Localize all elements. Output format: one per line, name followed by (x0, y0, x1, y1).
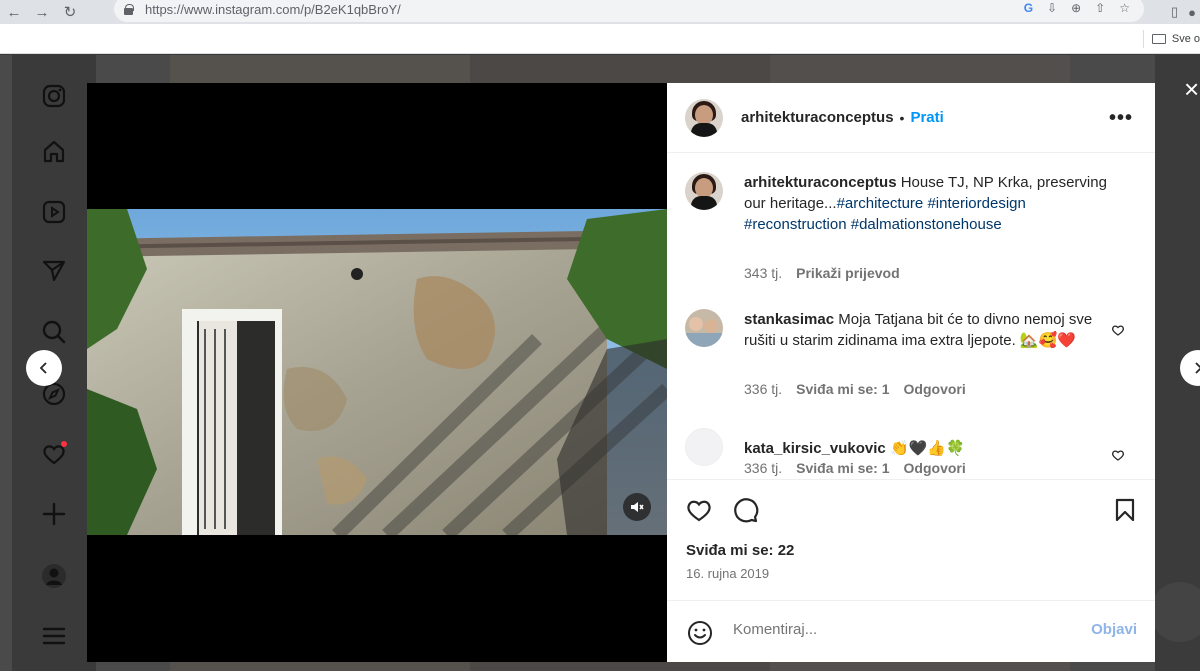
comment-bubble-icon[interactable] (731, 496, 759, 524)
reply-link[interactable]: Odgovori (904, 381, 966, 397)
address-bar[interactable]: https://www.instagram.com/p/B2eK1qbBroY/… (114, 0, 1144, 22)
bookmark-star-icon[interactable]: ☆ (1119, 1, 1130, 15)
likes-count[interactable]: Sviđa mi se: 22 (686, 542, 794, 559)
reload-icon[interactable]: ↻ (56, 0, 84, 24)
comment-age[interactable]: 336 tj. (744, 381, 782, 397)
author-avatar[interactable] (685, 98, 723, 137)
url-text: https://www.instagram.com/p/B2eK1qbBroY/ (145, 1, 401, 17)
instagram-logo-icon[interactable] (40, 82, 68, 110)
bookmark-folder[interactable]: Sve o (1142, 30, 1200, 48)
share-icon[interactable]: ⇧ (1095, 1, 1105, 15)
comment-text: kata_kirsic_vukovic 👏🖤👍🍀 (744, 438, 1114, 459)
caption-avatar[interactable] (685, 172, 723, 210)
comment-age[interactable]: 336 tj. (744, 460, 782, 476)
separator-dot: • (899, 109, 905, 126)
comment-like-icon[interactable] (1111, 448, 1125, 462)
emoji-icon[interactable] (686, 619, 714, 647)
author-username[interactable]: arhitekturaconceptus (741, 109, 894, 126)
search-icon[interactable] (40, 318, 68, 346)
side-panel-icon[interactable]: ▯ (1171, 4, 1178, 20)
comment-likes[interactable]: Sviđa mi se: 1 (796, 460, 889, 476)
mute-icon (631, 502, 644, 512)
commenter-username[interactable]: stankasimac (744, 311, 834, 328)
save-bookmark-icon[interactable] (1111, 496, 1139, 524)
more-options-icon[interactable]: ••• (1109, 107, 1133, 130)
back-icon[interactable]: ← (0, 0, 28, 24)
profile-icon[interactable]: ● (1188, 5, 1196, 20)
hashtag[interactable]: #dalmationstonehouse (851, 216, 1002, 233)
home-icon[interactable] (40, 138, 68, 166)
add-comment-bar: Objavi (667, 600, 1155, 662)
google-icon[interactable]: G (1024, 1, 1033, 15)
bookmarks-bar: Sve o (0, 24, 1200, 54)
comment-input[interactable] (733, 621, 1053, 638)
commenter-avatar[interactable] (685, 428, 723, 466)
create-plus-icon[interactable] (40, 500, 68, 528)
lock-icon (124, 4, 134, 15)
reply-link[interactable]: Odgovori (904, 460, 966, 476)
hashtag[interactable]: #reconstruction (744, 216, 847, 233)
comment-like-icon[interactable] (1111, 323, 1125, 337)
caption-text: arhitekturaconceptus House TJ, NP Krka, … (744, 172, 1114, 235)
folder-icon (1151, 34, 1166, 44)
install-icon[interactable]: ⇩ (1047, 1, 1057, 15)
chevron-right-icon (1195, 362, 1200, 374)
caption-username[interactable]: arhitekturaconceptus (744, 174, 897, 191)
comment-body: 👏🖤👍🍀 (889, 440, 965, 457)
commenter-username[interactable]: kata_kirsic_vukovic (744, 440, 886, 457)
post-details-panel: arhitekturaconceptus • Prati ••• arhitek… (667, 83, 1155, 662)
profile-avatar-icon[interactable] (40, 562, 68, 590)
comment-item: kata_kirsic_vukovic 👏🖤👍🍀 336 tj. Sviđa m… (685, 428, 1141, 479)
comment-likes[interactable]: Sviđa mi se: 1 (796, 381, 889, 397)
hashtag[interactable]: #interiordesign (927, 195, 1025, 212)
direct-messages-icon[interactable] (40, 256, 68, 284)
menu-icon[interactable] (40, 622, 68, 650)
comment-meta: 336 tj. Sviđa mi se: 1 Odgovori (744, 381, 966, 397)
post-media[interactable] (87, 83, 667, 662)
comment-meta: 336 tj. Sviđa mi se: 1 Odgovori (744, 460, 966, 476)
caption-meta: 343 tj. Prikaži prijevod (744, 265, 900, 281)
post-header: arhitekturaconceptus • Prati ••• (667, 83, 1155, 153)
comment-item: stankasimac Moja Tatjana bit će to divno… (685, 309, 1141, 409)
follow-button[interactable]: Prati (910, 109, 943, 126)
comments-list: arhitekturaconceptus House TJ, NP Krka, … (667, 154, 1155, 479)
close-icon[interactable]: × (1184, 74, 1200, 102)
post-comment-button[interactable]: Objavi (1091, 621, 1137, 638)
zoom-icon[interactable]: ⊕ (1071, 1, 1081, 15)
commenter-avatar[interactable] (685, 309, 723, 347)
like-heart-icon[interactable] (685, 496, 713, 524)
post-actions: Sviđa mi se: 22 16. rujna 2019 (667, 479, 1155, 597)
chevron-left-icon (39, 362, 47, 374)
translate-link[interactable]: Prikaži prijevod (796, 265, 899, 281)
caption: arhitekturaconceptus House TJ, NP Krka, … (685, 172, 1141, 282)
post-video[interactable] (87, 209, 667, 535)
hashtag[interactable]: #architecture (837, 195, 924, 212)
mute-button[interactable] (623, 493, 651, 521)
browser-toolbar: ← → ↻ https://www.instagram.com/p/B2eK1q… (0, 0, 1200, 24)
comment-text: stankasimac Moja Tatjana bit će to divno… (744, 309, 1114, 351)
caption-age[interactable]: 343 tj. (744, 265, 782, 281)
reels-icon[interactable] (40, 198, 68, 226)
bookmark-folder-label: Sve o (1171, 33, 1200, 45)
previous-post-button[interactable] (26, 350, 62, 386)
post-date[interactable]: 16. rujna 2019 (686, 566, 769, 581)
notifications-heart-icon[interactable] (40, 440, 68, 468)
forward-icon[interactable]: → (28, 0, 56, 24)
